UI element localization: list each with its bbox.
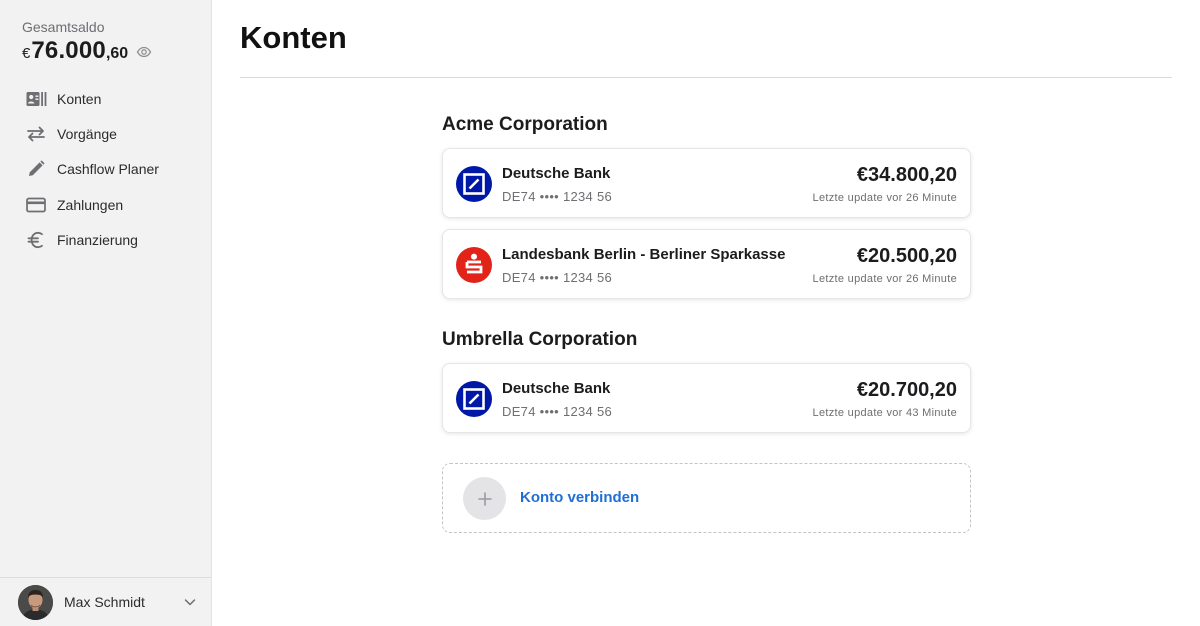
sidebar-item-zahlungen[interactable]: Zahlungen [0,187,211,222]
iban: DE74 •••• 1234 56 [502,189,613,204]
user-menu[interactable]: Max Schmidt [0,577,211,626]
total-balance-label: Gesamtsaldo [22,19,105,35]
chevron-down-icon[interactable] [183,595,197,609]
sidebar-item-label: Finanzierung [57,231,138,248]
credit-card-icon [25,194,47,216]
sidebar: Gesamtsaldo € 76.000 ,60 Konten Vorgänge… [0,0,212,626]
sidebar-item-finanzierung[interactable]: Finanzierung [0,222,211,257]
connect-account-button[interactable]: Konto verbinden [442,463,971,533]
iban: DE74 •••• 1234 56 [502,270,613,285]
deutsche-bank-logo [456,381,492,417]
euro-icon [25,229,47,251]
account-balance: €34.800,20 [856,164,957,186]
account-card[interactable]: Deutsche Bank DE74 •••• 1234 56 €34.800,… [442,148,971,218]
group-title: Umbrella Corporation [442,329,638,350]
balance-amount: 76.000 [31,37,106,64]
avatar [18,584,53,620]
last-update: Letzte update vor 26 Minute [812,192,957,204]
divider [240,77,1172,78]
bank-name: Landesbank Berlin - Berliner Sparkasse [502,246,786,263]
plus-icon [463,477,506,520]
sidebar-item-label: Konten [57,90,102,107]
sidebar-nav: Konten Vorgänge Cashflow Planer Zahlunge… [0,81,211,257]
iban: DE74 •••• 1234 56 [502,404,613,419]
account-card[interactable]: Landesbank Berlin - Berliner Sparkasse D… [442,229,971,299]
last-update: Letzte update vor 43 Minute [812,407,957,419]
account-balance: €20.700,20 [856,379,957,401]
accounts-icon [25,88,47,110]
total-balance: € 76.000 ,60 [22,37,128,65]
sidebar-item-konten[interactable]: Konten [0,81,211,116]
sidebar-item-label: Zahlungen [57,196,124,213]
sparkasse-logo [456,247,492,283]
pencil-icon [25,158,47,180]
balance-currency: € [22,45,31,62]
sidebar-item-label: Vorgänge [57,125,117,142]
transfer-arrows-icon [25,123,47,145]
page-title: Konten [240,20,347,55]
last-update: Letzte update vor 26 Minute [812,273,957,285]
bank-name: Deutsche Bank [502,165,611,182]
connect-account-label: Konto verbinden [520,489,640,506]
balance-cents: ,60 [105,45,129,62]
bank-name: Deutsche Bank [502,380,611,397]
group-title: Acme Corporation [442,114,608,135]
sidebar-item-vorgaenge[interactable]: Vorgänge [0,116,211,151]
user-name: Max Schmidt [64,594,145,610]
deutsche-bank-logo [456,166,492,202]
eye-icon[interactable] [136,44,152,60]
account-balance: €20.500,20 [856,245,957,267]
account-card[interactable]: Deutsche Bank DE74 •••• 1234 56 €20.700,… [442,363,971,433]
sidebar-item-label: Cashflow Planer [57,161,159,178]
sidebar-item-cashflow-planer[interactable]: Cashflow Planer [0,152,211,187]
